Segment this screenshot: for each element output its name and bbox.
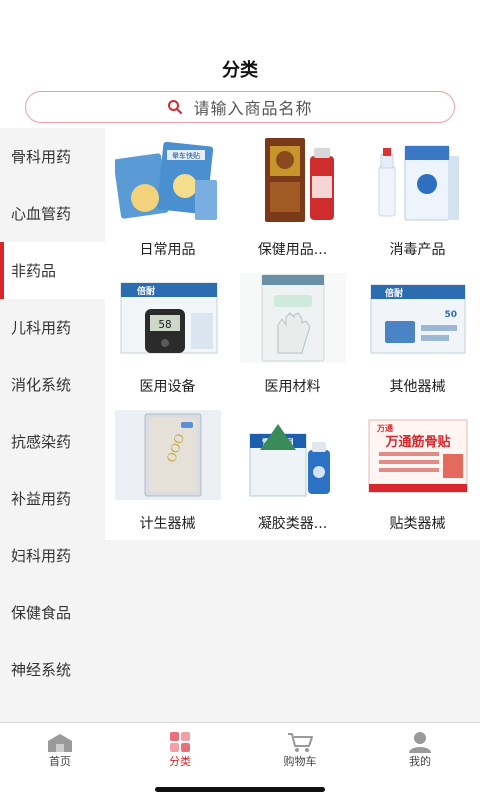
header: 分类 bbox=[0, 0, 480, 90]
plaster-brand-text: 万通 bbox=[376, 423, 393, 433]
sidebar-item-non-drug[interactable]: 非药品 bbox=[0, 242, 105, 299]
sidebar-item-anti-infective[interactable]: 抗感染药 bbox=[0, 413, 105, 470]
tab-label: 购物车 bbox=[283, 755, 317, 768]
category-card-patch-devices[interactable]: 万通 万通筋骨贴 贴类器械 bbox=[355, 402, 480, 539]
tab-category[interactable]: 分类 bbox=[120, 723, 240, 783]
search-bar[interactable]: 请输入商品名称 bbox=[25, 91, 455, 123]
category-label: 贴类器械 bbox=[389, 516, 446, 532]
category-content: 晕车快贴 日常用品 保健用品... 消毒产品 倍耐 58 医用设备 医用材料 倍… bbox=[105, 128, 480, 722]
tab-cart[interactable]: 购物车 bbox=[240, 723, 360, 783]
disinfection-image bbox=[365, 136, 471, 226]
sidebar-item-orthopedic[interactable]: 骨科用药 bbox=[0, 128, 105, 185]
grid-icon bbox=[170, 732, 190, 752]
glucose-brand-text: 倍耐 bbox=[137, 285, 155, 297]
plaster-title-text: 万通筋骨贴 bbox=[384, 434, 450, 450]
home-icon bbox=[48, 734, 72, 752]
category-sidebar: 骨科用药 心血管药 非药品 儿科用药 消化系统 抗感染药 补益用药 妇科用药 保… bbox=[0, 128, 105, 722]
category-card-gel-devices[interactable]: 雪茶清目 凝胶类器... bbox=[230, 402, 355, 539]
sidebar-item-pediatric[interactable]: 儿科用药 bbox=[0, 299, 105, 356]
sidebar-item-health-food[interactable]: 保健食品 bbox=[0, 584, 105, 641]
search-input[interactable]: 请输入商品名称 bbox=[193, 95, 312, 119]
category-label: 计生器械 bbox=[139, 516, 196, 532]
category-card-family-planning[interactable]: OOO 计生器械 bbox=[105, 402, 230, 539]
glucose-reading-text: 58 bbox=[158, 318, 171, 331]
category-card-disinfection[interactable]: 消毒产品 bbox=[355, 128, 480, 265]
category-label: 消毒产品 bbox=[389, 242, 446, 258]
daily-goods-image: 晕车快贴 bbox=[115, 136, 221, 226]
category-label: 凝胶类器... bbox=[257, 516, 328, 532]
gel-devices-image: 雪茶清目 bbox=[240, 410, 346, 500]
cart-icon bbox=[288, 733, 313, 752]
category-label: 日常用品 bbox=[139, 242, 196, 258]
family-planning-image: OOO bbox=[115, 410, 221, 500]
tab-profile[interactable]: 我的 bbox=[360, 723, 480, 783]
health-goods-image bbox=[240, 136, 346, 226]
category-card-health-goods[interactable]: 保健用品... bbox=[230, 128, 355, 265]
search-icon bbox=[168, 100, 183, 114]
sidebar-item-tonic[interactable]: 补益用药 bbox=[0, 470, 105, 527]
category-label: 保健用品... bbox=[257, 242, 328, 258]
tab-label: 首页 bbox=[49, 755, 71, 768]
user-icon bbox=[409, 732, 431, 753]
category-label: 其他器械 bbox=[389, 379, 446, 395]
medical-materials-image bbox=[240, 273, 346, 363]
glucose-strip-count-text: 50 bbox=[444, 310, 457, 320]
patch-box-text: 晕车快贴 bbox=[172, 151, 200, 160]
medical-equipment-image: 倍耐 58 bbox=[115, 273, 221, 363]
sidebar-item-cardiovascular[interactable]: 心血管药 bbox=[0, 185, 105, 242]
category-card-other-equipment[interactable]: 倍耐 50 其他器械 bbox=[355, 265, 480, 402]
tab-label: 分类 bbox=[169, 755, 191, 768]
category-card-medical-equipment[interactable]: 倍耐 58 医用设备 bbox=[105, 265, 230, 402]
page-title: 分类 bbox=[222, 60, 258, 81]
sidebar-item-gynecology[interactable]: 妇科用药 bbox=[0, 527, 105, 584]
other-equipment-image: 倍耐 50 bbox=[365, 273, 471, 363]
patch-devices-image: 万通 万通筋骨贴 bbox=[365, 410, 471, 500]
tab-home[interactable]: 首页 bbox=[0, 723, 120, 783]
sidebar-item-nervous-system[interactable]: 神经系统 bbox=[0, 641, 105, 698]
category-card-medical-materials[interactable]: 医用材料 bbox=[230, 265, 355, 402]
sidebar-item-digestive[interactable]: 消化系统 bbox=[0, 356, 105, 413]
tab-label: 我的 bbox=[409, 755, 431, 768]
home-indicator bbox=[155, 787, 325, 792]
category-label: 医用设备 bbox=[139, 379, 196, 395]
category-label: 医用材料 bbox=[264, 379, 321, 395]
glucose-strip-brand-text: 倍耐 bbox=[385, 287, 403, 299]
category-card-daily-goods[interactable]: 晕车快贴 日常用品 bbox=[105, 128, 230, 265]
